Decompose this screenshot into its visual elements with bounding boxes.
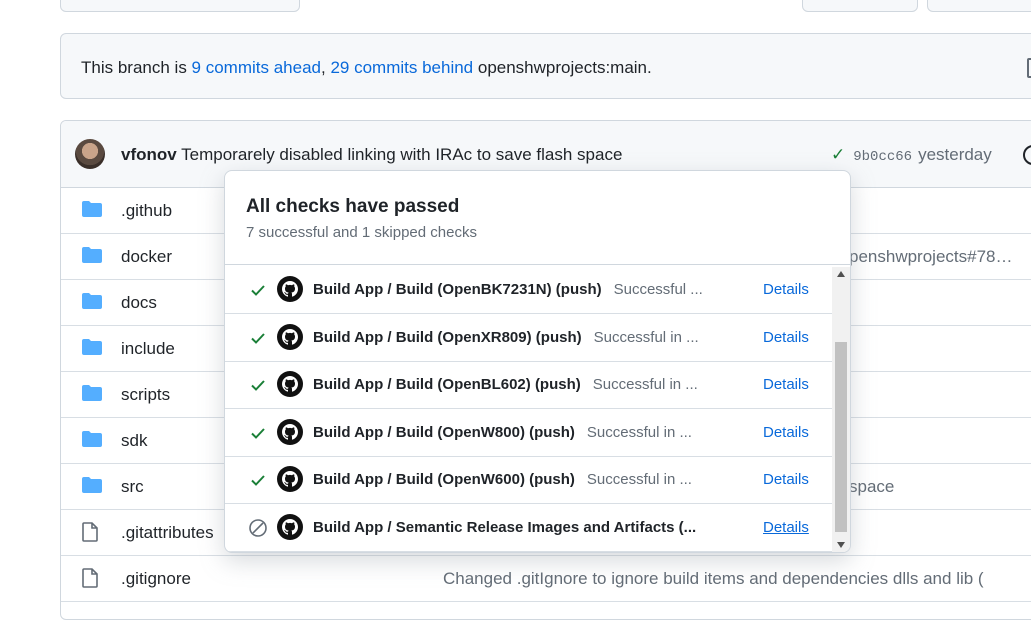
file-icon <box>81 522 99 547</box>
details-link[interactable]: Details <box>763 329 809 346</box>
check-row[interactable]: Build App / Build (OpenW600) (push) Succe… <box>225 457 832 504</box>
scrollbar[interactable] <box>832 267 850 552</box>
check-icon <box>248 375 268 395</box>
banner-prefix: This branch is <box>81 58 192 77</box>
check-icon <box>248 280 268 300</box>
divider <box>225 264 850 265</box>
check-icon[interactable]: ✓ <box>831 145 845 164</box>
checks-list: Build App / Build (OpenBK7231N) (push) Su… <box>225 267 832 552</box>
branch-select-button[interactable] <box>60 0 300 12</box>
check-status-text: Successful in ... <box>586 471 692 488</box>
skipped-icon <box>248 518 268 538</box>
commit-author[interactable]: vfonov <box>121 145 177 164</box>
file-name[interactable]: sdk <box>121 431 147 451</box>
check-row[interactable]: Build App / Build (OpenBL602) (push) Succ… <box>225 362 832 409</box>
branch-status-text: This branch is 9 commits ahead, 29 commi… <box>81 58 652 78</box>
commit-time: yesterday <box>918 145 992 164</box>
folder-icon <box>81 384 103 407</box>
avatar[interactable] <box>75 139 105 169</box>
check-status-text: Successful ... <box>613 281 703 298</box>
go-to-file-button[interactable] <box>802 0 918 12</box>
check-name: Build App / Semantic Release Images and … <box>313 519 696 536</box>
file-name[interactable]: .gitattributes <box>121 523 214 543</box>
check-name: Build App / Build (OpenW800) (push) Succe… <box>313 424 692 441</box>
check-name: Build App / Build (OpenBK7231N) (push) Su… <box>313 281 703 298</box>
check-row[interactable]: Build App / Build (OpenXR809) (push) Succ… <box>225 315 832 362</box>
history-icon[interactable] <box>1023 145 1031 165</box>
file-name[interactable]: docker <box>121 247 172 267</box>
details-link[interactable]: Details <box>763 519 809 536</box>
commit-sha[interactable]: 9b0cc66 <box>853 149 912 165</box>
file-name[interactable]: scripts <box>121 385 170 405</box>
check-status-text: Successful in ... <box>592 376 698 393</box>
file-row[interactable]: .gitignore Changed .gitIgnore to ignore b… <box>61 556 1031 602</box>
github-icon <box>277 371 303 397</box>
commit-message[interactable]: Temporarely disabled linking with IRAc t… <box>181 145 622 164</box>
check-name-text: Build App / Build (OpenW800) (push) <box>313 423 575 441</box>
scroll-down-arrow-icon[interactable] <box>837 542 845 548</box>
popover-subtitle: 7 successful and 1 skipped checks <box>246 224 477 241</box>
check-name-text: Build App / Build (OpenBK7231N) (push) <box>313 281 602 298</box>
folder-icon <box>81 476 103 499</box>
popover-title: All checks have passed <box>246 196 460 217</box>
folder-icon <box>81 338 103 361</box>
check-row[interactable]: Build App / Semantic Release Images and … <box>225 505 832 552</box>
details-link[interactable]: Details <box>763 471 809 488</box>
check-name-text: Build App / Semantic Release Images and … <box>313 518 697 536</box>
check-name: Build App / Build (OpenW600) (push) Succe… <box>313 471 692 488</box>
branch-status-banner: This branch is 9 commits ahead, 29 commi… <box>60 33 1031 99</box>
github-icon <box>277 466 303 492</box>
commit-message[interactable]: space <box>849 477 894 497</box>
folder-icon <box>81 200 103 223</box>
scroll-thumb[interactable] <box>835 342 847 532</box>
check-icon <box>248 470 268 490</box>
compare-icon[interactable] <box>1027 58 1031 78</box>
check-icon <box>248 423 268 443</box>
commits-ahead-link[interactable]: 9 commits ahead <box>192 58 321 77</box>
details-link[interactable]: Details <box>763 376 809 393</box>
commit-message[interactable]: Changed .gitIgnore to ignore build items… <box>443 569 984 589</box>
check-row[interactable]: Build App / Build (OpenW800) (push) Succe… <box>225 410 832 457</box>
folder-icon <box>81 292 103 315</box>
file-name[interactable]: src <box>121 477 144 497</box>
file-name[interactable]: include <box>121 339 175 359</box>
details-link[interactable]: Details <box>763 281 809 298</box>
github-icon <box>277 418 303 445</box>
check-row[interactable]: Build App / Build (OpenBK7231N) (push) Su… <box>225 267 832 314</box>
commits-behind-link[interactable]: 29 commits behind <box>330 58 473 77</box>
github-icon <box>277 513 303 540</box>
check-icon <box>248 328 268 348</box>
commit-summary: vfonov Temporarely disabled linking with… <box>121 145 622 165</box>
check-name-text: Build App / Build (OpenXR809) (push) <box>313 328 582 346</box>
check-name-text: Build App / Build (OpenBL602) (push) <box>313 376 581 393</box>
check-name: Build App / Build (OpenBL602) (push) Succ… <box>313 376 698 393</box>
file-name[interactable]: docs <box>121 293 157 313</box>
check-name-text: Build App / Build (OpenW600) (push) <box>313 471 575 488</box>
commit-meta: ✓ 9b0cc66 yesterday <box>831 145 992 165</box>
check-name: Build App / Build (OpenXR809) (push) Succ… <box>313 329 699 346</box>
file-name[interactable]: .github <box>121 201 172 221</box>
check-status-text: Successful in ... <box>593 328 699 346</box>
details-link[interactable]: Details <box>763 424 809 441</box>
check-status-text: Successful in ... <box>586 423 692 441</box>
commit-message-link[interactable]: penshwprojects#78… <box>849 247 1012 267</box>
scroll-up-arrow-icon[interactable] <box>837 271 845 277</box>
github-icon <box>277 323 303 350</box>
banner-suffix: openshwprojects:main. <box>473 58 652 77</box>
folder-icon <box>81 430 103 453</box>
file-name[interactable]: .gitignore <box>121 569 191 589</box>
file-icon <box>81 568 99 593</box>
folder-icon <box>81 246 103 269</box>
code-button[interactable] <box>927 0 1031 12</box>
checks-popover: All checks have passed 7 successful and … <box>224 170 851 553</box>
github-icon <box>277 276 303 302</box>
